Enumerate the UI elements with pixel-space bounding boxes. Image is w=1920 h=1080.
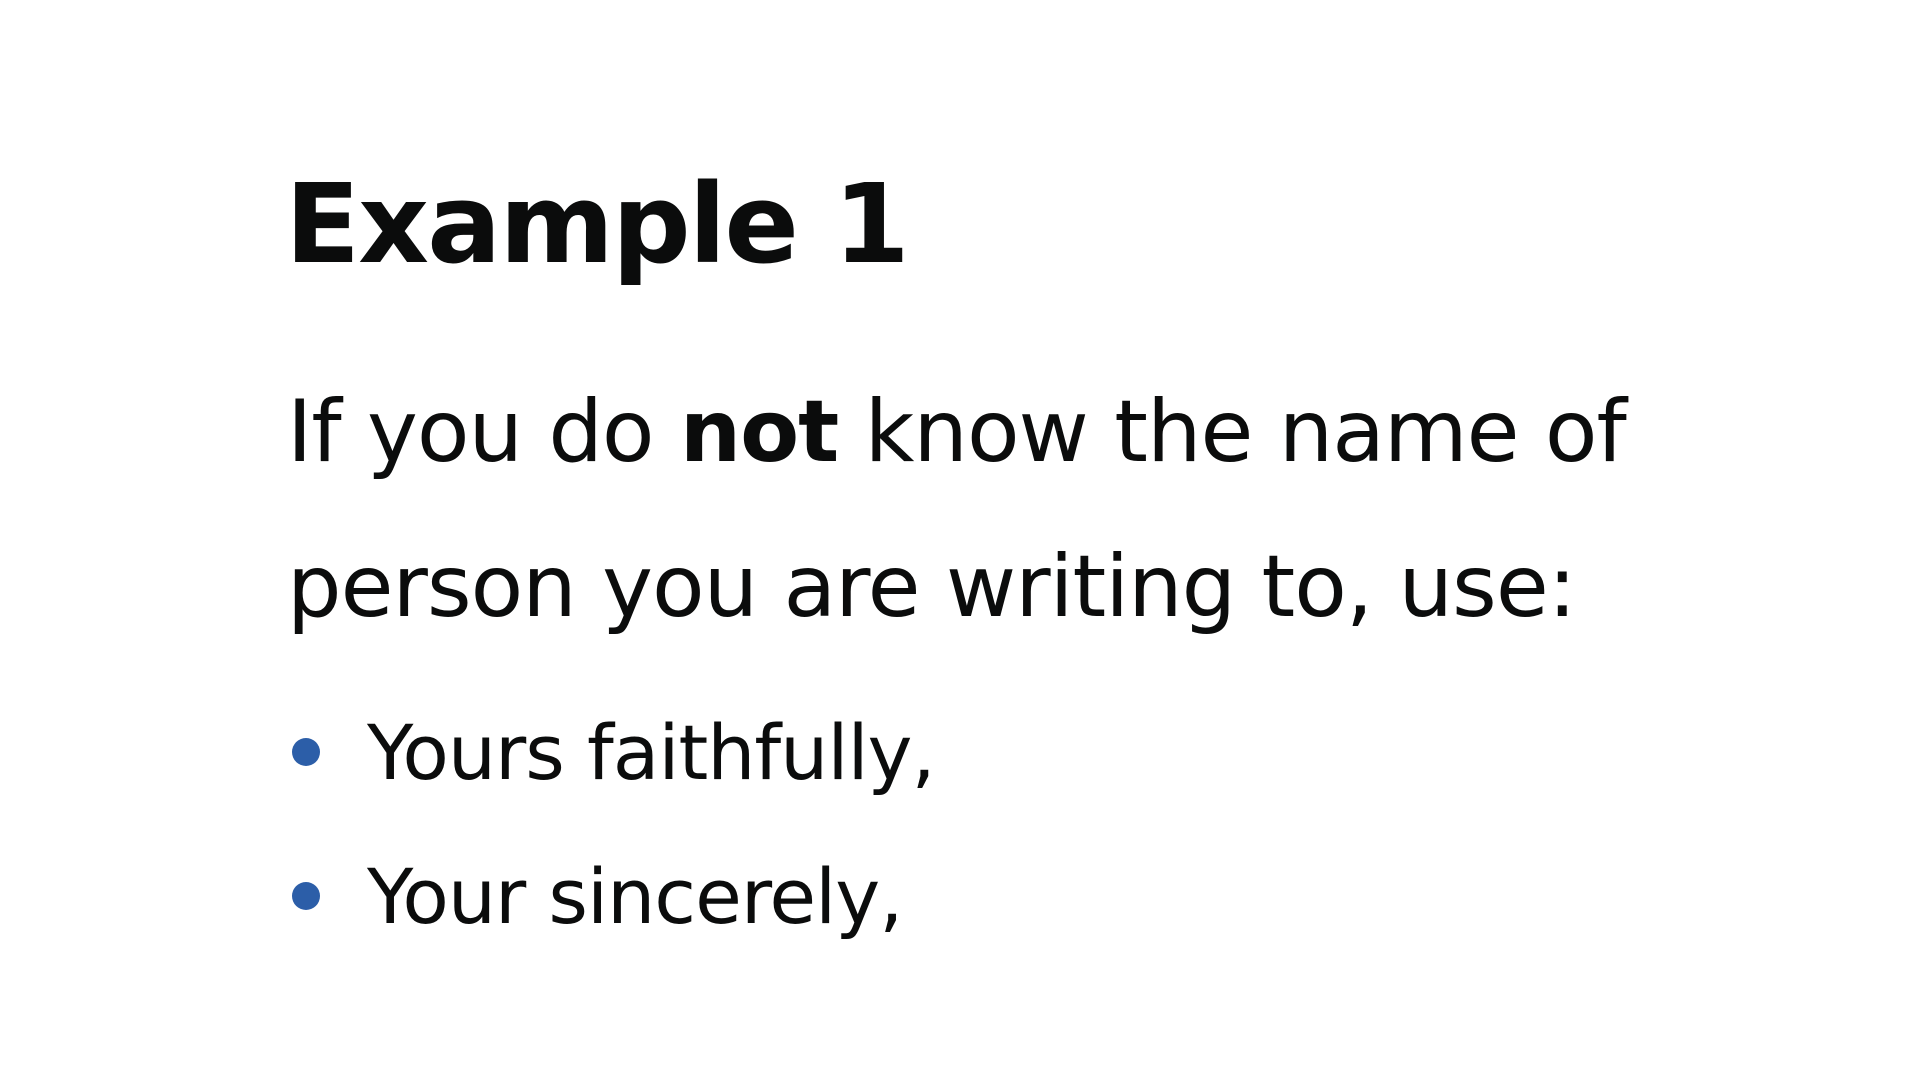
bullet-icon bbox=[292, 738, 320, 766]
list-item: Your sincerely, bbox=[287, 824, 935, 968]
intro-paragraph: If you do not know the name of person yo… bbox=[287, 355, 1707, 665]
slide: Example 1 If you do not know the name of… bbox=[0, 0, 1920, 1080]
list-item: Yours faithfully, bbox=[287, 680, 936, 824]
page-title: Example 1 bbox=[285, 160, 910, 288]
bullet-icon bbox=[292, 882, 320, 910]
intro-text-before: If you do bbox=[287, 382, 680, 482]
list-item-label: Yours faithfully, bbox=[367, 707, 936, 797]
intro-line-1: If you do not know the name of bbox=[287, 355, 1707, 510]
intro-line-2: person you are writing to, use: bbox=[287, 537, 1577, 637]
list-item-label: Your sincerely, bbox=[367, 851, 903, 941]
intro-emphasis: not bbox=[679, 382, 839, 482]
sign-off-list: Yours faithfully, Your sincerely, bbox=[287, 680, 936, 968]
intro-text-after: know the name of bbox=[838, 382, 1627, 482]
